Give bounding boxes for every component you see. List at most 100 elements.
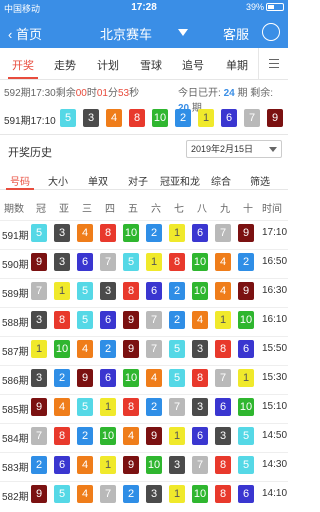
- seconds-unit: 秒: [129, 88, 140, 99]
- result-ball: 6: [192, 224, 208, 242]
- result-ball: 10: [192, 282, 208, 300]
- result-ball: 7: [31, 282, 47, 300]
- filter-tab-0[interactable]: 号码: [10, 173, 30, 188]
- table-row[interactable]: 587期 1 10 4 2 9 7 5 3 8 6 15:50: [0, 336, 288, 361]
- result-ball: 5: [169, 340, 185, 358]
- result-ball: 10: [238, 398, 254, 416]
- result-ball: 5: [238, 456, 254, 474]
- result-ball: 10: [54, 340, 70, 358]
- latest-ball: 1: [198, 109, 214, 127]
- table-row[interactable]: 590期 9 3 6 7 5 1 8 10 4 2 16:50: [0, 249, 288, 274]
- table-row[interactable]: 586期 3 2 9 6 10 4 5 8 7 1 15:30: [0, 365, 288, 390]
- result-ball: 8: [100, 224, 116, 242]
- result-ball: 8: [169, 253, 185, 271]
- menu-icon[interactable]: [258, 48, 288, 80]
- result-ball: 3: [169, 456, 185, 474]
- back-button[interactable]: ‹ 首页: [8, 24, 42, 43]
- tab-4[interactable]: 追号: [182, 57, 204, 73]
- result-ball: 2: [54, 369, 70, 387]
- table-row[interactable]: 585期 9 4 5 1 8 2 7 3 6 10 15:10: [0, 394, 288, 419]
- draw-time: 14:30: [262, 459, 288, 470]
- tab-5[interactable]: 单期: [226, 57, 248, 73]
- result-ball: 2: [146, 224, 162, 242]
- filter-tab-6[interactable]: 筛选: [250, 173, 270, 188]
- table-row[interactable]: 589期 7 1 5 3 8 6 2 10 4 9 16:30: [0, 278, 288, 303]
- result-ball: 1: [100, 398, 116, 416]
- result-ball: 6: [192, 427, 208, 445]
- tab-2[interactable]: 计划: [97, 57, 119, 73]
- tab-3[interactable]: 雪球: [140, 57, 162, 73]
- minutes-unit: 分: [107, 88, 118, 99]
- result-ball: 6: [146, 282, 162, 300]
- result-ball: 7: [215, 369, 231, 387]
- column-header: 六: [151, 204, 161, 215]
- result-ball: 6: [77, 253, 93, 271]
- latest-issue-label: 591期17:10: [4, 116, 56, 127]
- period-unit: 期: [237, 88, 248, 99]
- issue-number: 588期: [2, 318, 29, 329]
- column-header: 八: [197, 204, 207, 215]
- result-ball: 6: [238, 340, 254, 358]
- column-header: 四: [105, 204, 115, 215]
- active-filter-indicator: [6, 188, 34, 190]
- filter-tab-4[interactable]: 冠亚和龙: [160, 173, 200, 188]
- draw-time: 16:30: [262, 285, 288, 296]
- result-ball: 4: [77, 340, 93, 358]
- issue-number: 586期: [2, 376, 29, 387]
- caret-down-icon[interactable]: [178, 29, 188, 36]
- clock: 17:28: [131, 2, 157, 13]
- result-ball: 10: [192, 485, 208, 503]
- result-ball: 5: [123, 253, 139, 271]
- result-ball: 9: [238, 282, 254, 300]
- result-ball: 4: [77, 485, 93, 503]
- result-ball: 9: [238, 224, 254, 242]
- service-button[interactable]: 客服: [223, 24, 249, 43]
- countdown-prefix: 592期17:30剩余: [4, 88, 76, 99]
- column-header: 时间: [262, 204, 282, 215]
- result-ball: 4: [215, 253, 231, 271]
- filter-tab-1[interactable]: 大小: [48, 173, 68, 188]
- column-header: 冠: [36, 204, 46, 215]
- table-row[interactable]: 591期 5 3 4 8 10 2 1 6 7 9 17:10: [0, 220, 288, 245]
- table-row[interactable]: 588期 3 8 5 6 9 7 2 4 1 10 16:10: [0, 307, 288, 332]
- result-ball: 9: [123, 340, 139, 358]
- draw-time: 14:10: [262, 488, 288, 499]
- issue-number: 582期: [2, 492, 29, 503]
- result-ball: 4: [146, 369, 162, 387]
- result-ball: 10: [192, 253, 208, 271]
- filter-tab-5[interactable]: 综合: [211, 173, 231, 188]
- result-ball: 3: [54, 253, 70, 271]
- result-ball: 4: [215, 282, 231, 300]
- table-row[interactable]: 584期 7 8 2 10 4 9 1 6 3 5 14:50: [0, 423, 288, 448]
- battery-indicator: 39%: [246, 2, 284, 12]
- result-ball: 7: [192, 456, 208, 474]
- date-value: 2019年2月15日: [191, 144, 254, 154]
- issue-number: 585期: [2, 405, 29, 416]
- draw-time: 15:50: [262, 343, 288, 354]
- latest-ball: 2: [175, 109, 191, 127]
- result-ball: 10: [100, 427, 116, 445]
- column-header: 期数: [4, 204, 24, 215]
- result-ball: 8: [54, 427, 70, 445]
- tab-0[interactable]: 开奖: [12, 57, 34, 73]
- date-picker[interactable]: 2019年2月15日: [186, 140, 282, 158]
- result-ball: 8: [123, 282, 139, 300]
- result-ball: 2: [169, 282, 185, 300]
- countdown-seconds: 53: [117, 88, 130, 99]
- status-bar: 中国移动 17:28 39%: [0, 0, 288, 16]
- table-row[interactable]: 583期 2 6 4 1 9 10 3 7 8 5 14:30: [0, 452, 288, 477]
- filter-tab-2[interactable]: 单双: [88, 173, 108, 188]
- tab-1[interactable]: 走势: [54, 57, 76, 73]
- result-ball: 4: [54, 398, 70, 416]
- table-row[interactable]: 582期 9 5 4 7 2 3 1 10 8 6 14:10: [0, 481, 288, 506]
- today-opened-label: 今日已开:: [178, 88, 221, 99]
- result-ball: 7: [146, 311, 162, 329]
- user-icon[interactable]: [262, 23, 280, 41]
- result-ball: 7: [31, 427, 47, 445]
- page-title[interactable]: 北京赛车: [100, 24, 152, 43]
- result-ball: 7: [146, 340, 162, 358]
- today-opened-count: 24: [223, 88, 235, 99]
- result-ball: 3: [54, 224, 70, 242]
- result-ball: 2: [123, 485, 139, 503]
- filter-tab-3[interactable]: 对子: [128, 173, 148, 188]
